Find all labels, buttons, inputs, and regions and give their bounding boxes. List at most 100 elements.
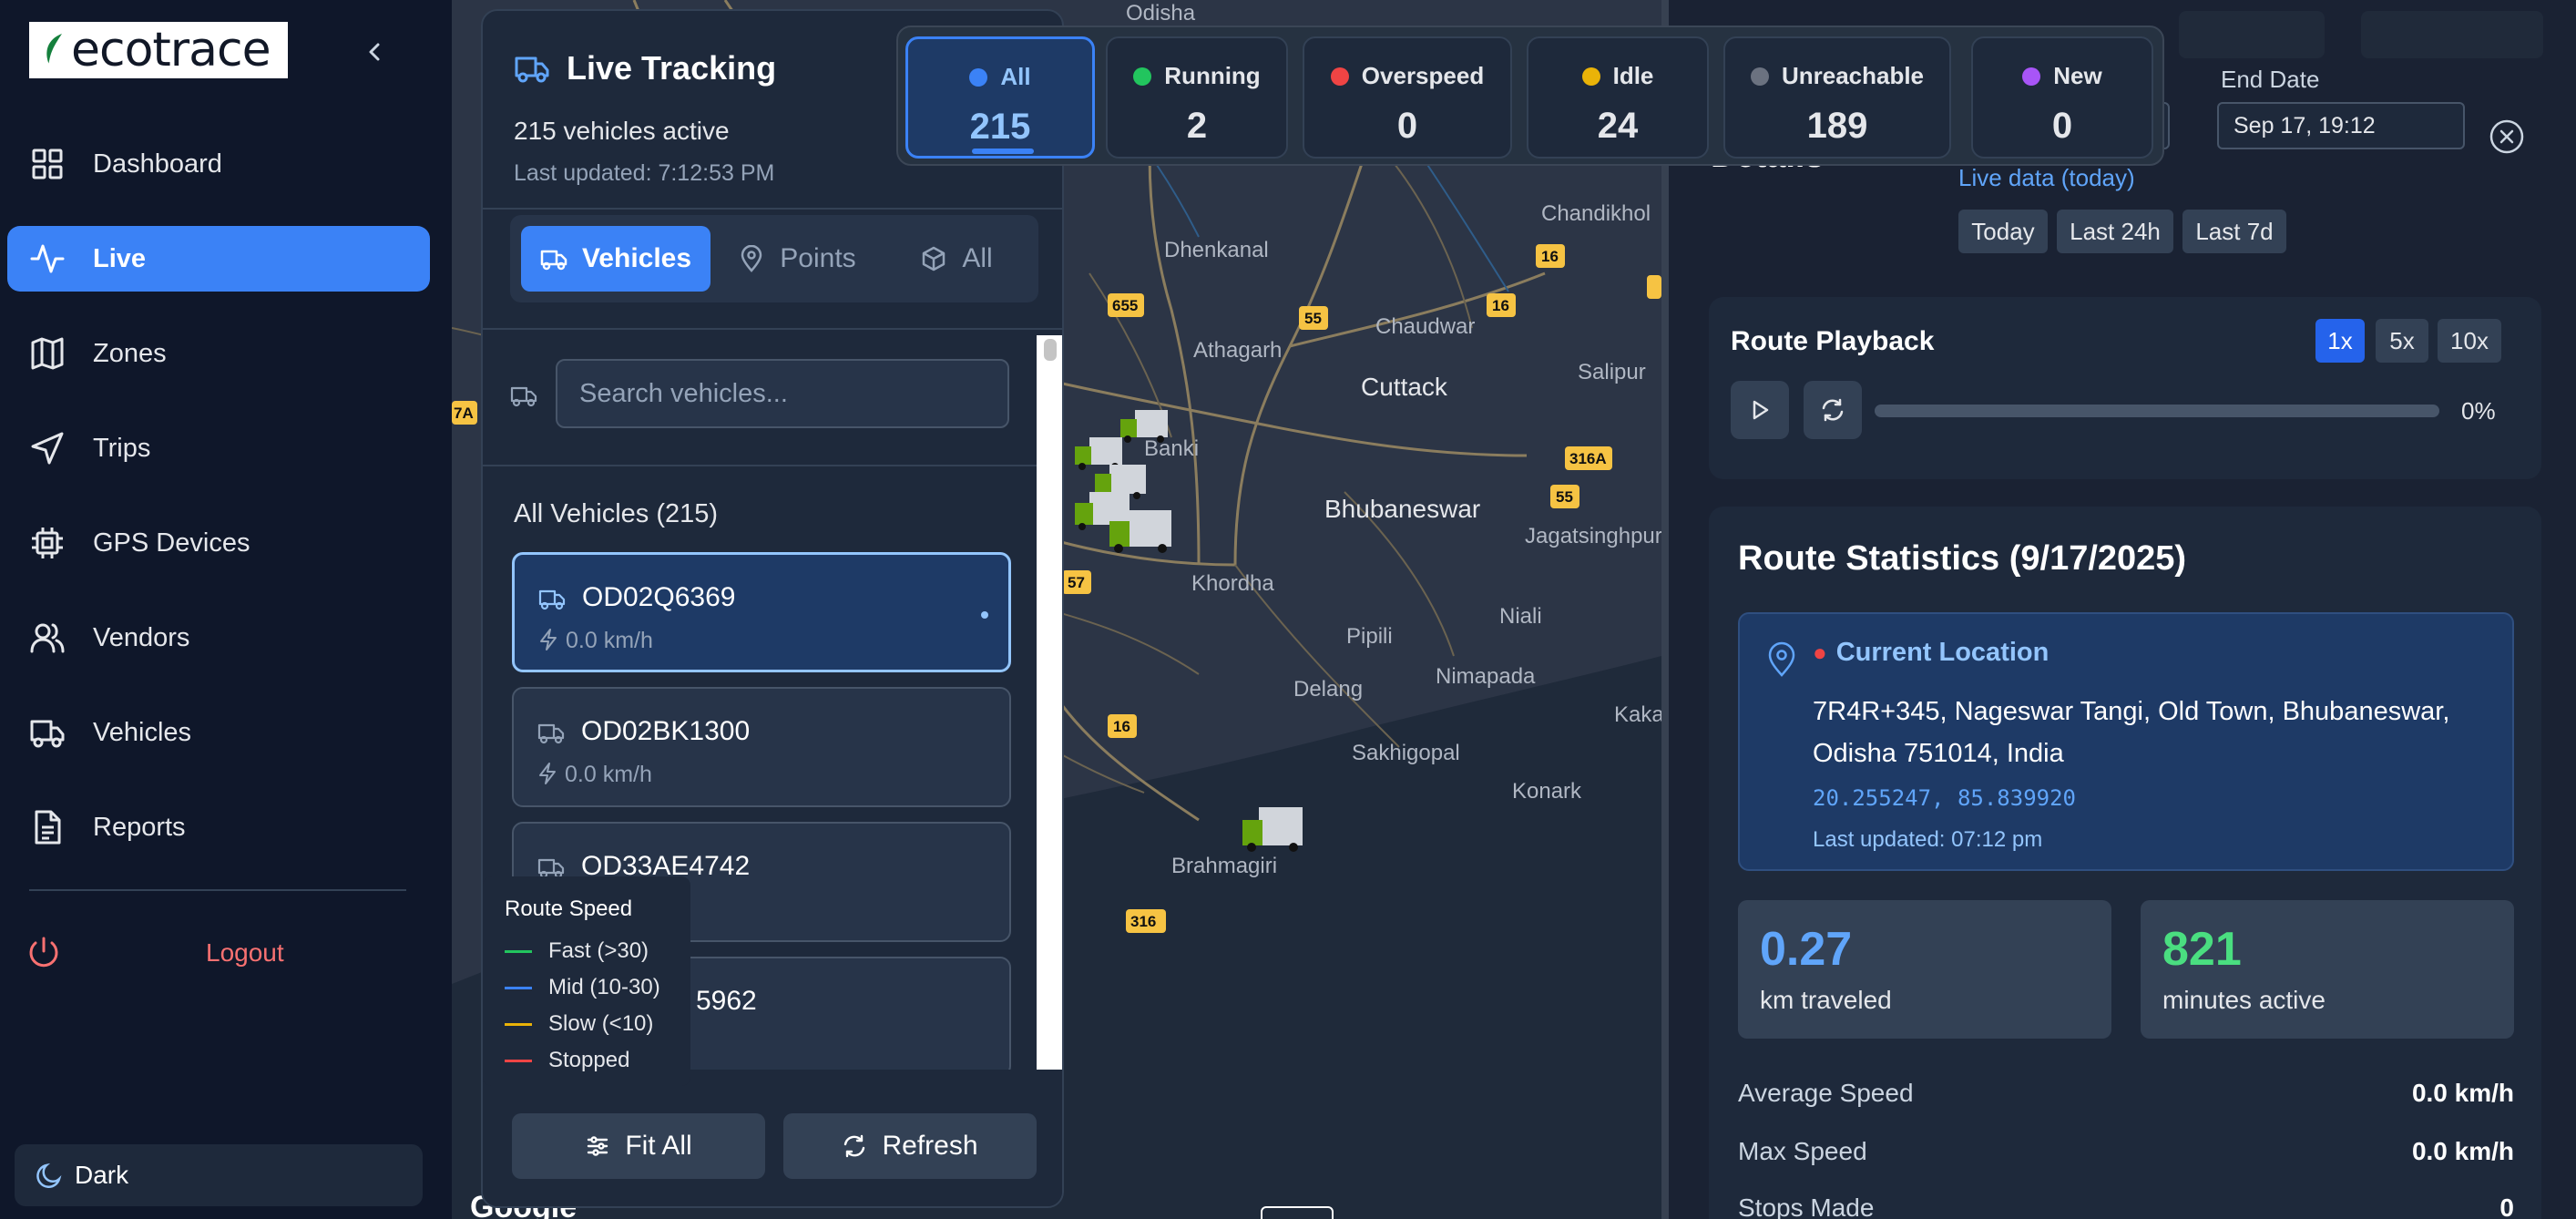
lightning-icon (539, 763, 556, 784)
sidebar-item-label: Zones (93, 338, 167, 368)
km-traveled-label: km traveled (1760, 986, 1892, 1014)
divider (483, 328, 1062, 330)
sidebar-item-gps-devices[interactable]: GPS Devices (7, 510, 430, 576)
stat-value: 0 (2499, 1193, 2514, 1219)
sidebar-item-vehicles[interactable]: Vehicles (7, 700, 430, 765)
sidebar-item-dashboard[interactable]: Dashboard (7, 131, 430, 197)
current-location-label: Current Location (1835, 638, 2050, 667)
status-filter-new[interactable]: New 0 (1971, 36, 2153, 159)
map-place-label: Cuttack (1361, 373, 1448, 401)
tab-vehicles[interactable]: Vehicles (521, 226, 710, 292)
range-7d-button[interactable]: Last 7d (2182, 210, 2286, 253)
red-pin-icon: ● (1813, 639, 1827, 666)
map-scale-control[interactable] (1261, 1206, 1334, 1219)
legend-swatch (505, 1022, 532, 1026)
logout-button[interactable]: Logout (26, 931, 426, 975)
refresh-icon (844, 1134, 865, 1158)
map-place-label: Kakatpur (1614, 702, 1661, 727)
live-data-link[interactable]: Live data (today) (1958, 164, 2135, 192)
sidebar-item-reports[interactable]: Reports (7, 794, 430, 860)
status-count: 189 (1806, 106, 1868, 146)
scrollbar-thumb[interactable] (1044, 339, 1057, 361)
search-row (510, 359, 1044, 432)
end-date-input[interactable] (2217, 102, 2465, 149)
speed-1x-button[interactable]: 1x (2315, 319, 2365, 363)
active-underline (972, 149, 1034, 154)
stat-value: 0.0 km/h (2411, 1079, 2514, 1107)
vehicle-list-heading: All Vehicles (215) (514, 499, 719, 528)
range-today-button[interactable]: Today (1958, 210, 2048, 253)
tab-points[interactable]: Points (710, 226, 884, 292)
road-shield: 55 (1556, 488, 1573, 506)
status-label: Overspeed (1361, 62, 1485, 89)
status-filter-unreachable[interactable]: Unreachable 189 (1723, 36, 1951, 159)
sidebar-item-zones[interactable]: Zones (7, 321, 430, 386)
sidebar-item-vendors[interactable]: Vendors (7, 605, 430, 671)
activity-pulse-icon (30, 244, 65, 273)
speed-10x-button[interactable]: 10x (2438, 319, 2501, 363)
playback-progress-slider[interactable] (1875, 405, 2439, 417)
file-text-icon (35, 810, 61, 845)
vehicle-card[interactable]: OD02BK1300 0.0 km/h (512, 687, 1011, 807)
play-button[interactable] (1731, 381, 1789, 439)
truck-icon (30, 720, 65, 748)
panel-title-text: Live Tracking (567, 49, 777, 87)
sliders-icon (588, 1136, 608, 1156)
logo-text: ecotrace (71, 23, 271, 77)
collapse-sidebar-icon[interactable] (361, 38, 388, 66)
sidebar-item-trips[interactable]: Trips (7, 415, 430, 481)
sidebar-divider (29, 889, 406, 891)
road-shield: 16 (1492, 297, 1509, 314)
status-label: New (2053, 62, 2102, 89)
map-place-label: Dhenkanal (1164, 238, 1269, 262)
status-label: Idle (1612, 62, 1654, 89)
refresh-button[interactable]: Refresh (783, 1113, 1037, 1179)
vehicle-speed: 0.0 km/h (566, 628, 653, 653)
route-details-panel: Details End Date Live data (today) Today… (1661, 0, 2576, 1219)
sidebar-item-label: GPS Devices (93, 528, 250, 558)
status-dot (1581, 67, 1600, 86)
status-filter-overspeed[interactable]: Overspeed 0 (1303, 36, 1512, 159)
road-shield: 16 (1541, 248, 1559, 265)
road-shield: 57 (1068, 574, 1085, 591)
map-place-label: Chandikhol (1541, 201, 1651, 226)
status-dot (1330, 67, 1349, 86)
status-filter-all[interactable]: All 215 (905, 36, 1095, 159)
km-traveled-stat: 0.27 km traveled (1738, 900, 2111, 1039)
sidebar-item-label: Vehicles (93, 717, 192, 747)
vehicle-card[interactable]: OD02Q6369 0.0 km/h (512, 552, 1011, 672)
status-label-row: Unreachable (1725, 62, 1949, 90)
logout-label: Logout (206, 938, 284, 967)
sidebar-item-live[interactable]: Live (7, 226, 430, 292)
truck-icon (540, 250, 567, 271)
theme-toggle[interactable]: Dark (15, 1144, 423, 1206)
play-icon (1753, 400, 1769, 420)
sidebar-item-label: Reports (93, 812, 186, 842)
status-dot (2022, 67, 2041, 86)
status-filter-idle[interactable]: Idle 24 (1527, 36, 1709, 159)
search-input[interactable] (556, 359, 1009, 428)
stat-row-average-speed: Average Speed 0.0 km/h (1738, 1079, 2514, 1108)
sidebar-item-label: Live (93, 243, 147, 273)
clear-date-icon[interactable] (2489, 118, 2525, 155)
stat-label: Average Speed (1738, 1079, 1914, 1107)
vehicle-markers[interactable] (1075, 410, 1171, 553)
vehicle-name: 5962 (696, 986, 757, 1016)
legend-item: Fast (>30) (505, 938, 649, 964)
tab-all[interactable]: All (884, 226, 1029, 292)
brand-logo[interactable]: ecotrace (29, 22, 288, 78)
legend-swatch (505, 949, 532, 953)
status-filter-running[interactable]: Running 2 (1106, 36, 1288, 159)
tab-label: Vehicles (581, 243, 692, 273)
fit-all-button[interactable]: Fit All (512, 1113, 765, 1179)
minutes-active-label: minutes active (2162, 986, 2326, 1014)
route-statistics-title: Route Statistics (9/17/2025) (1738, 539, 2187, 578)
road-shield: 16 (1113, 718, 1130, 735)
speed-5x-button[interactable]: 5x (2376, 319, 2428, 363)
vehicle-list-scrollbar[interactable] (1037, 335, 1062, 1091)
status-dot (1750, 67, 1769, 86)
ghost-field (2179, 11, 2325, 58)
cube-icon (923, 246, 946, 271)
reset-playback-button[interactable] (1804, 381, 1862, 439)
range-24h-button[interactable]: Last 24h (2057, 210, 2173, 253)
